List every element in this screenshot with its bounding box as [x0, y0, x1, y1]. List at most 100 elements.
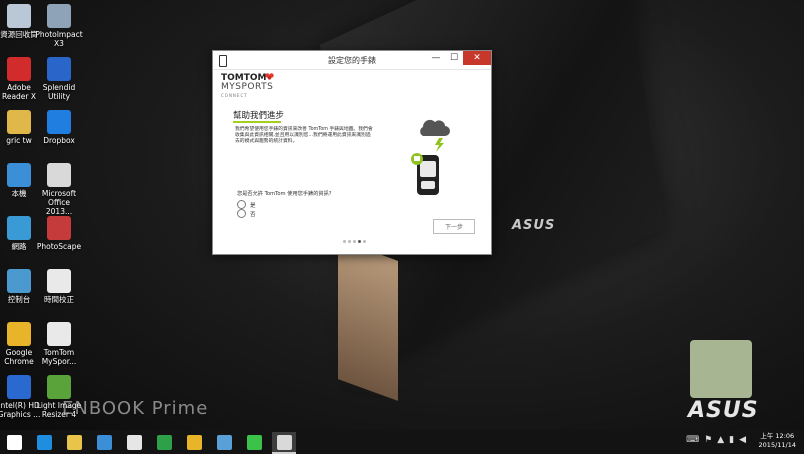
yes-radio[interactable] [237, 200, 246, 209]
desktop-icon-label: Microsoft Office 2013... [41, 189, 77, 216]
no-label: 否 [250, 211, 256, 218]
desktop-icon-label: 控制台 [7, 295, 31, 304]
desktop-app-icon [47, 375, 71, 399]
option-no[interactable]: 否 [237, 209, 256, 218]
taskbar-button[interactable] [182, 432, 206, 452]
file-explorer-icon [66, 434, 82, 450]
mysports-logo-text: MYSPORTS [221, 82, 274, 92]
taskbar-button[interactable] [122, 432, 146, 452]
desktop-app-icon [7, 163, 31, 187]
desktop-icon-label: PhotoScape [36, 242, 82, 251]
yes-label: 是 [250, 202, 256, 209]
taskbar-button[interactable] [32, 432, 56, 452]
desktop-icon-label: 本機 [11, 189, 27, 198]
remote-desktop-icon [96, 434, 112, 450]
desktop-icon-label: Adobe Reader X [1, 83, 37, 101]
page-dot [343, 240, 346, 243]
start-icon [6, 434, 22, 450]
tomtom-icon [276, 434, 292, 450]
desktop-app-icon [7, 216, 31, 240]
close-button[interactable]: ✕ [463, 51, 491, 65]
desktop-icon[interactable]: PhotoScape [35, 216, 83, 251]
desktop-app-icon [47, 110, 71, 134]
desktop-app-icon [47, 4, 71, 28]
desktop-app-icon [7, 110, 31, 134]
taskbar-button[interactable] [272, 432, 296, 454]
minimize-button[interactable]: — [427, 51, 445, 65]
keyboard-icon[interactable]: ⌨ [686, 435, 699, 445]
setup-watch-dialog: 設定您的手錶 — ☐ ✕ TOMTOM MYSPORTS CONNECT 幫助我… [212, 50, 492, 255]
volume-icon[interactable]: ◀ [739, 435, 746, 445]
taskbar-button[interactable] [242, 432, 266, 452]
taskbar-button[interactable] [152, 432, 176, 452]
dialog-heading: 幫助我們進步 [233, 111, 285, 121]
page-dot [348, 240, 351, 243]
wallpaper-lid-logo: ASUS [512, 218, 556, 233]
desktop-icon-label: Light Image Resizer 4 [36, 401, 82, 419]
taskbar-button[interactable] [92, 432, 116, 452]
clock-time: 上午 12:06 [760, 432, 795, 440]
taskbar-button[interactable] [2, 432, 26, 452]
desktop-icon[interactable]: Light Image Resizer 4 [35, 375, 83, 419]
desktop-app-icon [47, 322, 71, 346]
desktop-app-icon [47, 163, 71, 187]
option-yes[interactable]: 是 [237, 200, 256, 209]
no-radio[interactable] [237, 209, 246, 218]
chrome-icon [186, 434, 202, 450]
connect-logo-text: CONNECT [221, 93, 248, 98]
internet-explorer-icon [36, 434, 52, 450]
taskbar-clock[interactable]: 上午 12:06 2015/11/14 [759, 432, 796, 450]
store-icon [156, 434, 172, 450]
desktop-app-icon [7, 375, 31, 399]
desktop-icon[interactable]: 時間校正 [35, 269, 83, 304]
app-icon [216, 434, 232, 450]
network-icon[interactable]: ▮ [729, 435, 734, 445]
next-button[interactable]: 下一步 [433, 219, 475, 234]
desktop-app-icon [7, 269, 31, 293]
desktop-icon-label: TomTom MySpor... [41, 348, 77, 366]
system-tray: ⌨ ⚑ ▲ ▮ ◀ [686, 435, 746, 445]
page-dot [353, 240, 356, 243]
taskbar-button[interactable] [212, 432, 236, 452]
7zip-icon [126, 434, 142, 450]
clock-date: 2015/11/14 [758, 441, 796, 449]
dialog-title: 設定您的手錶 [328, 56, 376, 65]
desktop-icon-label: Splendid Utility [42, 83, 76, 101]
page-dot [358, 240, 361, 243]
desktop-icon[interactable]: Microsoft Office 2013... [35, 163, 83, 216]
action-center-icon[interactable]: ▲ [717, 435, 724, 445]
desktop-app-icon [47, 269, 71, 293]
taskbar-button[interactable] [62, 432, 86, 452]
dialog-titlebar[interactable]: 設定您的手錶 — ☐ ✕ [213, 51, 491, 70]
page-dot [363, 240, 366, 243]
flag-icon[interactable]: ⚑ [704, 435, 712, 445]
maximize-button[interactable]: ☐ [445, 51, 463, 65]
wallpaper-brand-text: ENBOOK Prime [62, 398, 209, 419]
dialog-body-text: 我們希望使用您手錶的資訊來改善 TomTom 手錶與地圖。我們會收集與此資訊相關… [235, 127, 373, 145]
wallpaper-laptop-edge [338, 239, 398, 401]
desktop-icon[interactable]: Splendid Utility [35, 57, 83, 101]
desktop-icon-label: 時間校正 [44, 295, 74, 304]
heading-underline [233, 121, 281, 123]
cloud-watch-illustration [411, 119, 450, 195]
desktop-icon[interactable]: TomTom MySpor... [35, 322, 83, 366]
desktop-icon-label: gric tw [6, 136, 32, 145]
desktop-icon-label: Dropbox [43, 136, 75, 145]
desktop-app-icon [47, 216, 71, 240]
line-icon [246, 434, 262, 450]
desktop-icon[interactable]: Dropbox [35, 110, 83, 145]
desktop-app-icon [47, 57, 71, 81]
page-indicator [343, 240, 366, 243]
desktop-icon-label: PhotoImpact X3 [35, 30, 83, 48]
desktop-app-icon [7, 322, 31, 346]
desktop-icon-label: 資源回收筒 [0, 30, 38, 39]
desktop-icon-label: Google Chrome [4, 348, 34, 366]
watermark-image [690, 340, 752, 398]
permission-question: 您是否允許 TomTom 使用您手錶的資訊? [237, 191, 332, 197]
desktop-icon-label: 網路 [11, 242, 27, 251]
desktop-icon[interactable]: PhotoImpact X3 [35, 4, 83, 48]
taskbar: ⌨ ⚑ ▲ ▮ ◀ 上午 12:06 2015/11/14 [0, 430, 804, 454]
desktop-app-icon [7, 4, 31, 28]
tomtom-logo-icon [265, 73, 274, 80]
wallpaper-asus-logo: ASUS [688, 398, 759, 423]
